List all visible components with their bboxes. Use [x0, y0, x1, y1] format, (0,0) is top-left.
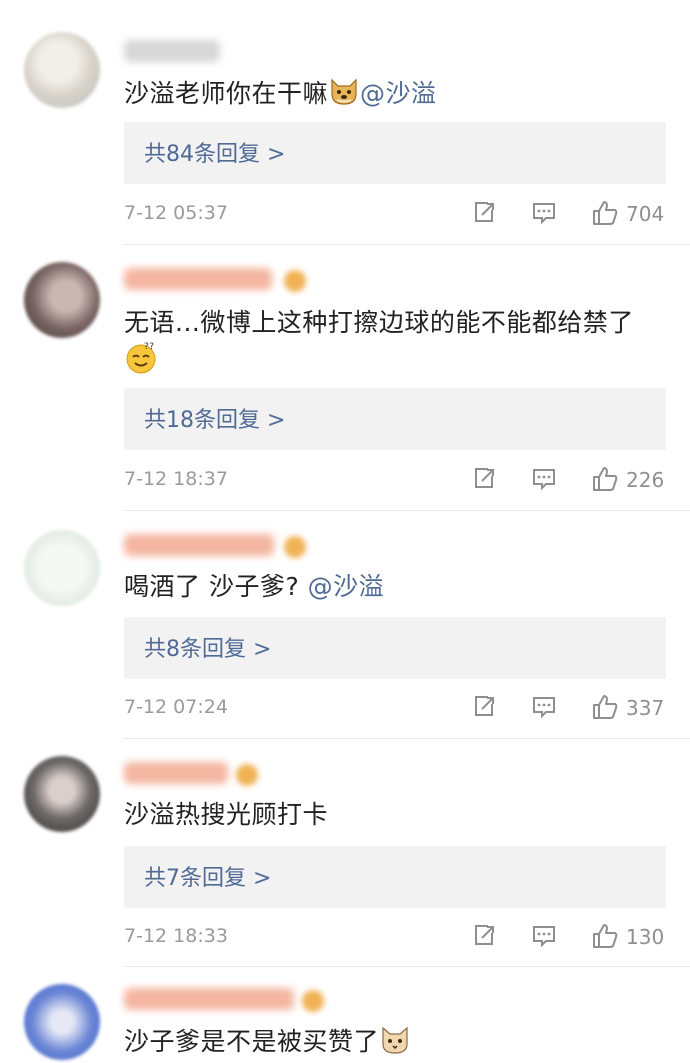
user-badge-icon: [284, 536, 306, 558]
comment-text: 沙溢热搜光顾打卡: [124, 798, 669, 832]
share-icon[interactable]: [470, 198, 498, 230]
comment-meta: 7-12 07:24 337: [124, 692, 666, 724]
thumbs-up-icon[interactable]: [590, 464, 620, 498]
user-badge-icon: [236, 764, 258, 786]
comment-text: 沙子爹是不是被买赞了: [124, 1024, 669, 1063]
like-count: 226: [626, 468, 665, 492]
comment-meta: 7-12 18:33 130: [124, 921, 666, 953]
mention-link[interactable]: @沙溢: [360, 79, 437, 108]
comment-body: 无语...微博上这种打擦边球的能不能都给禁了: [124, 308, 634, 337]
reply-box[interactable]: 共84条回复 >: [124, 122, 666, 184]
view-replies-link[interactable]: 共7条回复 >: [144, 860, 271, 892]
share-icon[interactable]: [470, 464, 498, 496]
share-icon[interactable]: [470, 921, 498, 953]
cat-emoji-icon: [379, 1024, 411, 1063]
timestamp: 7-12 18:37: [124, 468, 228, 490]
timestamp: 7-12 18:33: [124, 925, 228, 947]
like-count: 130: [626, 925, 665, 949]
thumbs-up-icon[interactable]: [590, 198, 620, 232]
mention-link[interactable]: @沙溢: [308, 572, 385, 601]
timestamp: 7-12 07:24: [124, 696, 228, 718]
reply-box[interactable]: 共18条回复 >: [124, 388, 666, 450]
divider: [124, 510, 690, 511]
like-count: 704: [626, 202, 665, 226]
view-replies-link[interactable]: 共8条回复 >: [144, 631, 271, 663]
avatar[interactable]: [24, 530, 100, 606]
avatar[interactable]: [24, 756, 100, 832]
divider: [124, 738, 690, 739]
comment-body: 沙子爹是不是被买赞了: [124, 1027, 380, 1056]
comment-body: 沙溢热搜光顾打卡: [124, 800, 329, 829]
avatar[interactable]: [24, 32, 100, 108]
comment-text: 喝酒了 沙子爹? @沙溢: [124, 570, 669, 604]
comment-icon[interactable]: [530, 464, 558, 496]
user-badge-icon: [302, 990, 324, 1012]
avatar[interactable]: [24, 984, 100, 1060]
avatar[interactable]: [24, 262, 100, 338]
comment-meta: 7-12 18:37 226: [124, 464, 666, 496]
divider: [124, 244, 690, 245]
username-blurred[interactable]: [124, 534, 274, 556]
comment-body: 喝酒了 沙子爹?: [124, 572, 300, 601]
timestamp: 7-12 05:37: [124, 202, 228, 224]
dizzy-face-emoji-icon: ??: [124, 340, 158, 383]
view-replies-link[interactable]: 共18条回复 >: [144, 402, 285, 434]
comment-body: 沙溢老师你在干嘛: [124, 79, 329, 108]
comment-meta: 7-12 05:37 704: [124, 198, 666, 230]
comment-text: 沙溢老师你在干嘛 @沙溢: [124, 76, 669, 115]
thumbs-up-icon[interactable]: [590, 692, 620, 726]
username-blurred[interactable]: [124, 40, 220, 62]
username-blurred[interactable]: [124, 268, 272, 290]
username-blurred[interactable]: [124, 988, 294, 1010]
thumbs-up-icon[interactable]: [590, 921, 620, 955]
user-badge-icon: [284, 270, 306, 292]
divider: [124, 966, 690, 967]
username-blurred[interactable]: [124, 762, 228, 784]
comment-text: 无语...微博上这种打擦边球的能不能都给禁了 ??: [124, 306, 669, 383]
comment-icon[interactable]: [530, 692, 558, 724]
comment-icon[interactable]: [530, 198, 558, 230]
share-icon[interactable]: [470, 692, 498, 724]
comment-icon[interactable]: [530, 921, 558, 953]
reply-box[interactable]: 共7条回复 >: [124, 846, 666, 908]
reply-box[interactable]: 共8条回复 >: [124, 617, 666, 679]
like-count: 337: [626, 696, 665, 720]
doge-emoji-icon: [328, 76, 360, 115]
view-replies-link[interactable]: 共84条回复 >: [144, 136, 285, 168]
svg-text:??: ??: [144, 342, 155, 352]
